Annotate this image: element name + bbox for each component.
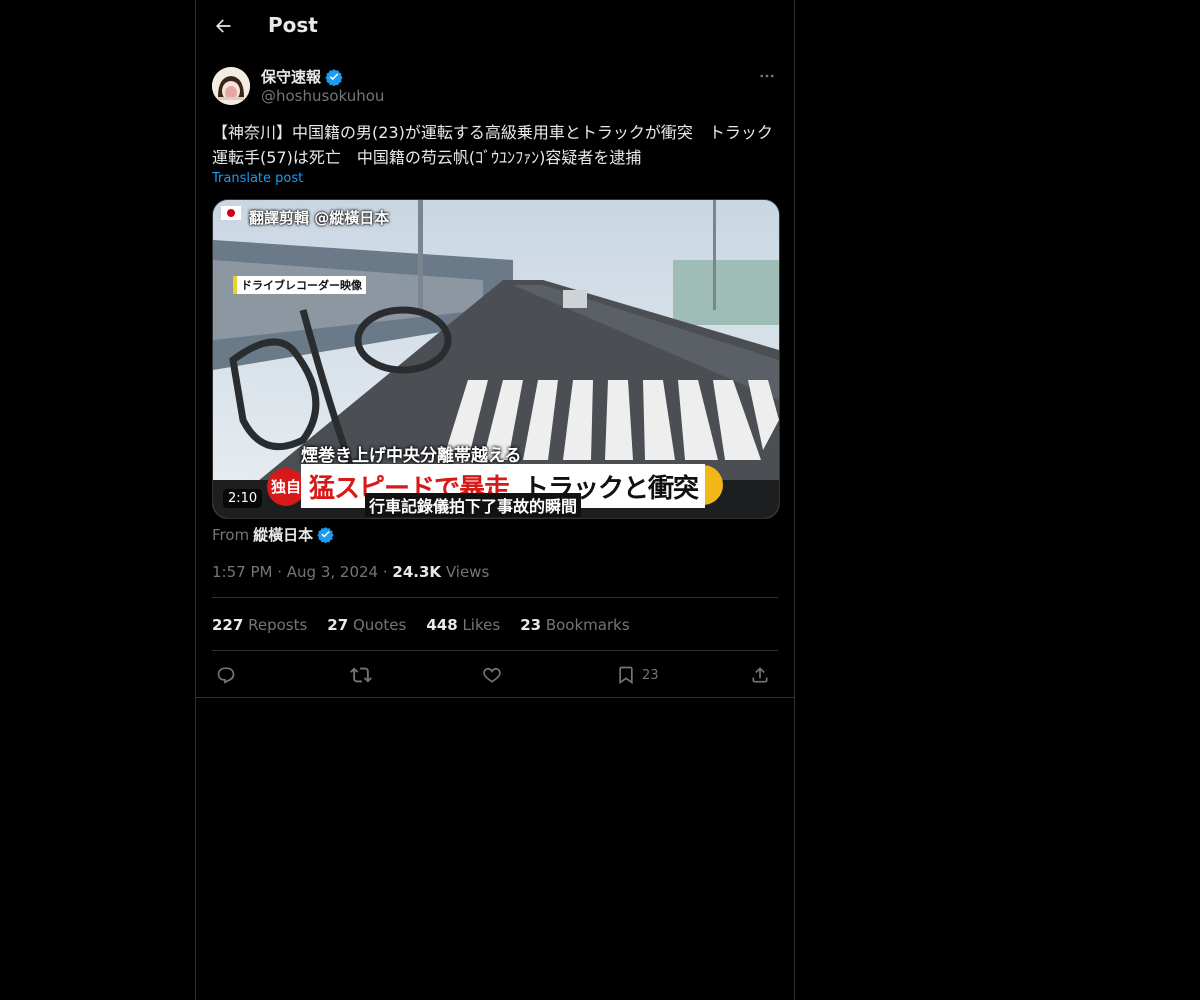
post-author: 保守速報 @hoshusokuhou (212, 65, 778, 105)
divider (212, 650, 778, 651)
post-column: Post 保守速報 @hoshusokuhou 【神奈川】中国籍の男(23)が運… (195, 0, 795, 1000)
video-watermark: 翻譯剪輯 @縱橫日本 (249, 209, 390, 227)
avatar[interactable] (212, 67, 250, 105)
verified-badge-icon (325, 68, 343, 86)
reply-icon (217, 667, 235, 684)
author-handle[interactable]: @hoshusokuhou (261, 87, 384, 105)
bookmark-count: 23 (642, 667, 659, 683)
post-stats: 227 Reposts 27 Quotes 448 Likes 23 Bookm… (212, 616, 630, 634)
video-badge: 独自 (267, 468, 305, 506)
views-label: Views (445, 563, 490, 581)
video-duration: 2:10 (223, 489, 263, 508)
back-arrow-icon (216, 19, 231, 33)
likes-stat[interactable]: 448 Likes (426, 616, 500, 634)
like-icon (483, 667, 501, 683)
quotes-stat[interactable]: 27 Quotes (327, 616, 406, 634)
like-button[interactable] (482, 662, 502, 688)
translate-link[interactable]: Translate post (212, 171, 303, 186)
video-player[interactable]: 翻譯剪輯 @縱橫日本 ドライブレコーダー映像 煙巻き上げ中央分離帯越える 独自 … (212, 199, 780, 519)
video-source-label: ドライブレコーダー映像 (233, 276, 366, 294)
japan-flag-icon (221, 206, 241, 220)
video-subtitle: 行車記錄儀拍下了事故的瞬間 (365, 493, 582, 517)
bookmark-icon (619, 666, 633, 685)
verified-badge-icon (317, 527, 334, 543)
video-caption-top: 煙巻き上げ中央分離帯越える (301, 446, 522, 466)
reposts-stat[interactable]: 227 Reposts (212, 616, 307, 634)
bookmark-button[interactable]: 23 (616, 662, 659, 688)
share-icon (752, 667, 768, 683)
post-time[interactable]: 1:57 PM (212, 563, 272, 581)
avatar-image (212, 67, 250, 105)
author-display-name[interactable]: 保守速報 (261, 66, 343, 87)
media-source: From 縱橫日本 (212, 524, 334, 545)
action-bar: 23 (212, 660, 778, 690)
from-label: From (212, 525, 250, 544)
post-header: Post (196, 0, 794, 53)
post-bottom-border (196, 697, 794, 698)
page-title: Post (268, 13, 318, 37)
repost-button[interactable] (350, 662, 372, 688)
post-text: 【神奈川】中国籍の男(23)が運転する高級乗用車とトラックが衝突 トラック運転手… (212, 123, 773, 167)
more-icon (760, 74, 774, 78)
views-count: 24.3K (392, 563, 442, 581)
bookmarks-stat[interactable]: 23 Bookmarks (520, 616, 629, 634)
reply-button[interactable] (216, 662, 236, 688)
divider (212, 597, 778, 598)
post-meta: 1:57 PM · Aug 3, 2024 · 24.3K Views (212, 563, 490, 581)
author-name-text: 保守速報 (261, 68, 322, 86)
post-date[interactable]: Aug 3, 2024 (287, 563, 378, 581)
more-button[interactable] (756, 65, 778, 87)
share-button[interactable] (750, 662, 770, 688)
from-account-link[interactable]: 縱橫日本 (253, 524, 313, 545)
back-button[interactable] (212, 15, 234, 37)
repost-icon (350, 667, 372, 683)
